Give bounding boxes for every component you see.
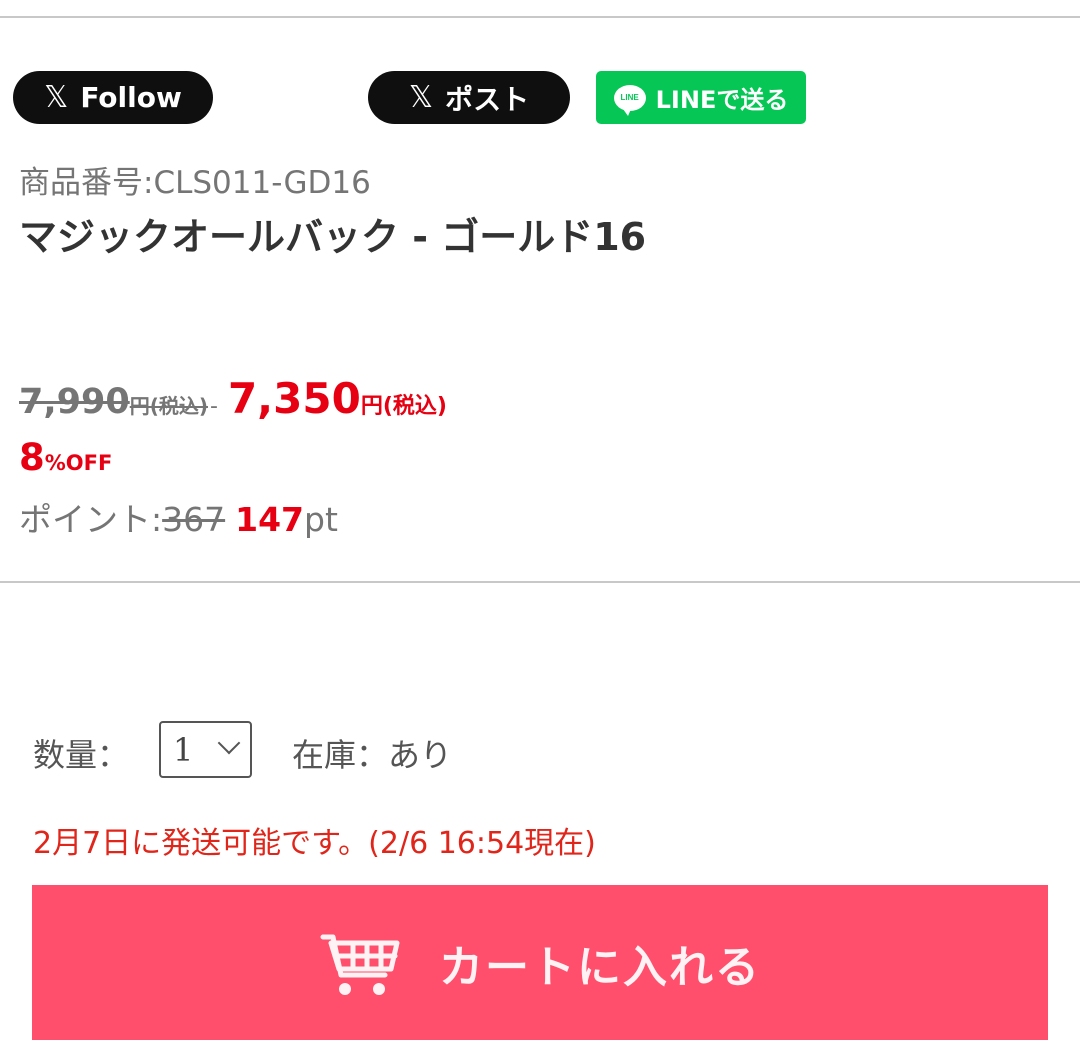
x-logo-icon: 𝕏 [44, 80, 69, 115]
discount-value: 8 [19, 436, 45, 479]
section-divider [0, 581, 1080, 583]
x-post-label: ポスト [445, 82, 530, 116]
quantity-value: 1 [173, 730, 194, 769]
sale-price: 7,350 [227, 374, 361, 423]
chevron-down-icon [217, 731, 241, 755]
x-follow-button[interactable]: 𝕏 Follow [13, 71, 213, 124]
original-price-suffix: 円(税込) [129, 394, 208, 418]
product-name: マジックオールバック - ゴールド16 [19, 215, 647, 259]
line-share-label: LINEで送る [655, 86, 789, 114]
add-to-cart-label: カートに入れる [439, 941, 761, 993]
line-logo-icon: LINE [613, 84, 646, 116]
product-code: 商品番号:CLS011-GD16 [19, 165, 371, 201]
quantity-label: 数量： [33, 736, 130, 774]
sale-price-suffix: 円(税込) [360, 394, 447, 419]
points-unit: pt [304, 500, 338, 539]
price-separator: - [210, 394, 218, 419]
discount-badge: 8%OFF [19, 436, 112, 479]
shipping-notice: 2月7日に発送可能です。(2/6 16:54現在) [33, 826, 596, 861]
shopping-cart-icon [320, 934, 400, 995]
original-price: 7,990 [19, 382, 130, 422]
points-original: 367 [162, 500, 226, 539]
x-post-button[interactable]: 𝕏 ポスト [368, 71, 570, 124]
points-label: ポイント: [19, 500, 163, 539]
stock-status: 在庫：あり [292, 736, 453, 774]
x-logo-icon: 𝕏 [408, 80, 434, 115]
top-divider [0, 16, 1080, 18]
add-to-cart-button[interactable]: カートに入れる [32, 885, 1048, 1040]
x-follow-label: Follow [80, 81, 182, 114]
line-share-button[interactable]: LINE LINEで送る [596, 71, 806, 124]
discount-unit: %OFF [44, 451, 113, 475]
points-row: ポイント:367 147pt [19, 493, 338, 541]
points-current: 147 [235, 500, 305, 539]
price-row: 7,990 円(税込) - 7,350 円(税込) [19, 374, 447, 423]
quantity-select[interactable]: 1 [159, 721, 252, 778]
